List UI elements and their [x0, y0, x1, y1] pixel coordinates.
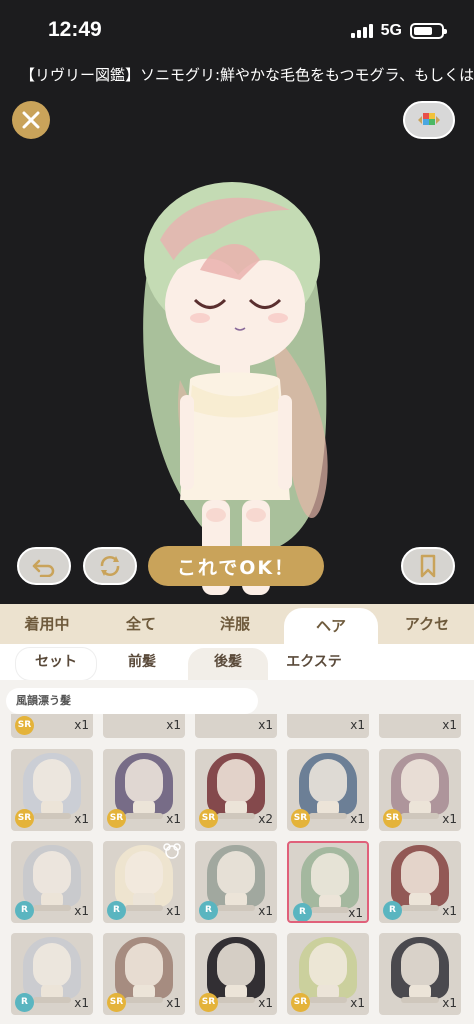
rarity-badge: SR [199, 993, 218, 1012]
bookmark-icon [420, 554, 436, 578]
list-item[interactable]: SR x1 [11, 714, 93, 738]
list-item[interactable]: SR x1 [103, 933, 185, 1015]
item-quantity: x1 [74, 812, 89, 826]
list-item[interactable]: SR x1 [287, 749, 369, 831]
sub-tab-bar: セット 前髪 後髪 エクステ [0, 644, 474, 680]
avatar-character [143, 182, 328, 595]
close-icon [22, 111, 40, 129]
network-type: 5G [380, 22, 402, 39]
rarity-badge: SR [291, 809, 310, 828]
undo-button[interactable] [17, 547, 71, 585]
rarity-badge: R [293, 903, 312, 921]
close-button[interactable] [12, 101, 50, 139]
list-item[interactable]: x1 [103, 714, 185, 738]
list-item[interactable]: SR x1 [195, 933, 277, 1015]
tab-hair[interactable]: ヘア [284, 608, 378, 644]
rarity-badge: SR [199, 809, 218, 828]
subtab-front-hair[interactable]: 前髪 [102, 648, 182, 680]
item-quantity: x1 [350, 996, 365, 1010]
status-bar: 12:49 5G [0, 0, 474, 58]
rarity-badge: SR [15, 809, 34, 828]
tab-accessory[interactable]: アクセ [380, 604, 474, 644]
list-item-selected[interactable]: R x1 [287, 841, 369, 923]
series-label[interactable]: 風韻漂う髪 [6, 688, 258, 714]
main-tab-bar: 着用中 全て 洋服 ヘア アクセ [0, 604, 474, 644]
rarity-badge: SR [15, 716, 34, 735]
rarity-badge: SR [107, 809, 126, 828]
list-item[interactable]: SR x2 [195, 749, 277, 831]
item-quantity: x1 [166, 996, 181, 1010]
item-quantity: x1 [258, 996, 273, 1010]
status-time: 12:49 [48, 18, 102, 41]
list-item[interactable]: R x1 [11, 841, 93, 923]
rarity-badge: R [107, 901, 126, 920]
list-item[interactable]: x1 [379, 933, 461, 1015]
list-item[interactable]: SR x1 [287, 933, 369, 1015]
status-indicators: 5G [350, 22, 447, 40]
subtab-extension[interactable]: エクステ [274, 648, 354, 680]
list-item[interactable]: x1 [195, 714, 277, 738]
list-item[interactable]: SR x1 [103, 749, 185, 831]
item-quantity: x1 [442, 996, 457, 1010]
battery-icon [410, 23, 447, 39]
item-quantity: x1 [442, 904, 457, 918]
bookmark-button[interactable] [401, 547, 455, 585]
rarity-badge: SR [383, 809, 402, 828]
rarity-badge: R [199, 901, 218, 920]
color-palette-button[interactable] [403, 101, 455, 139]
tab-clothes[interactable]: 洋服 [188, 604, 282, 644]
list-item[interactable]: R x1 [195, 841, 277, 923]
undo-icon [32, 559, 55, 577]
tab-wearing[interactable]: 着用中 [0, 604, 94, 644]
rarity-badge: R [383, 901, 402, 920]
item-quantity: x1 [350, 812, 365, 826]
item-quantity: x2 [258, 812, 273, 826]
tab-all[interactable]: 全て [94, 604, 188, 644]
rarity-badge: SR [291, 993, 310, 1012]
signal-icon [350, 24, 373, 38]
rarity-badge: SR [107, 993, 126, 1012]
palette-icon [418, 113, 440, 125]
list-item[interactable]: SR x1 [11, 749, 93, 831]
list-item[interactable]: R x1 [103, 841, 185, 923]
list-item[interactable]: R x1 [11, 933, 93, 1015]
subtab-back-hair[interactable]: 後髪 [188, 648, 268, 680]
rarity-badge: R [15, 993, 34, 1012]
item-quantity: x1 [166, 904, 181, 918]
item-quantity: x1 [442, 812, 457, 826]
bear-icon [163, 843, 181, 859]
news-ticker: 【リヴリー図鑑】ソニモグリ:鮮やかな毛色をもつモグラ、もしくは [20, 66, 474, 84]
confirm-ok-button[interactable]: これでOK！ [148, 546, 324, 586]
list-item[interactable]: SR x1 [379, 749, 461, 831]
item-quantity: x1 [258, 904, 273, 918]
list-item[interactable]: x1 [287, 714, 369, 738]
rotate-button[interactable] [83, 547, 137, 585]
item-quantity: x1 [166, 812, 181, 826]
item-quantity: x1 [348, 906, 363, 920]
item-quantity: x1 [74, 904, 89, 918]
rotate-icon [100, 556, 120, 576]
subtab-set[interactable]: セット [16, 648, 96, 680]
list-item[interactable]: R x1 [379, 841, 461, 923]
list-item[interactable]: x1 [379, 714, 461, 738]
rarity-badge: R [15, 901, 34, 920]
item-quantity: x1 [74, 996, 89, 1010]
